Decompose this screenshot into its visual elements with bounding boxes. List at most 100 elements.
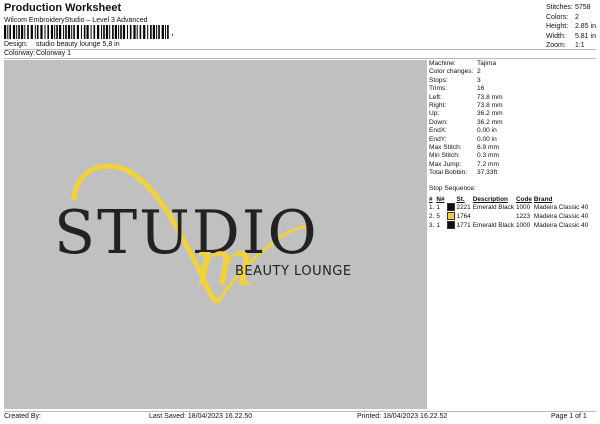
barcode-bar (80, 25, 82, 39)
stop-sequence-table: # N# St. Description Code Brand 1. 1 2221 E… (429, 196, 590, 230)
divider (4, 58, 596, 59)
detail-row: Min Stitch: 0.3 mm (429, 152, 597, 160)
stats-row: Height: 2.85 in (546, 22, 596, 32)
barcode-bar (24, 25, 26, 39)
software-subtitle: Wilcom EmbroideryStudio – Level 3 Advanc… (4, 17, 148, 24)
stats-value: 1:1 (574, 42, 585, 50)
color-swatch (446, 203, 455, 211)
barcode-bar (120, 25, 122, 39)
detail-value: 16 (477, 85, 485, 93)
barcode-bar (65, 25, 67, 39)
colorway-row: Colorway: Colorway 1 (4, 50, 71, 57)
detail-label: Left: (429, 93, 442, 101)
barcode-bar (76, 25, 79, 39)
barcode-bar (59, 25, 62, 39)
row-brand: Madeira Classic 40 (533, 222, 589, 229)
barcode-bar (18, 25, 20, 39)
detail-label: Up: (429, 110, 440, 118)
table-row: 2. 5 1764 1223 Madeira Classic 40 (429, 212, 590, 221)
barcode-bar (147, 25, 149, 39)
row-needle: 1 (436, 222, 440, 229)
detail-label: Total Bobbin: (429, 169, 468, 177)
barcode-bar (165, 25, 166, 39)
detail-row: EndX: 0.00 in (429, 127, 597, 135)
row-code: 1000 (515, 222, 531, 229)
detail-value: 3 (477, 76, 481, 84)
design-preview: STUDIO m BEAUTY LOUNGE (4, 60, 427, 409)
barcode-bar (44, 25, 46, 39)
row-brand: Madeira Classic 40 (533, 204, 589, 211)
barcode-bar (16, 25, 18, 39)
detail-row: Machine: Tajima (429, 60, 597, 68)
detail-value: 6.9 mm (477, 144, 499, 152)
row-code: 1000 (515, 204, 531, 211)
detail-row: Up: 36.2 mm (429, 110, 597, 118)
barcode-bar (150, 25, 152, 39)
barcode-bar (56, 25, 58, 39)
table-row: 1. 1 2221 Emerald Black 1000 Madeira Classic … (429, 203, 590, 212)
detail-value: 0.00 in (477, 135, 497, 143)
barcode-bar (71, 25, 73, 39)
barcode-bar (118, 25, 120, 39)
colorway-label: Colorway: (4, 50, 36, 57)
barcode-bar (112, 25, 114, 39)
stats-row: Width: 5.81 in (546, 32, 596, 42)
barcode-bar (73, 25, 75, 39)
detail-label: Color changes: (429, 68, 474, 76)
col-number: # (429, 196, 433, 203)
stats-row: Stitches: 5758 (546, 3, 596, 13)
design-row: Design: studio beauty lounge 5,8 in (4, 41, 120, 48)
stats-panel: Stitches: 5758 Colors: 2 Height: 2.85 in… (546, 3, 596, 51)
barcode-bar (105, 25, 109, 39)
stats-row: Zoom: 1:1 (546, 41, 596, 51)
divider (4, 49, 596, 50)
barcode-bar (122, 25, 126, 39)
barcode-bar (86, 25, 89, 39)
row-description: Emerald Black (472, 204, 514, 211)
row-swatch (446, 221, 457, 230)
barcode-bar (93, 25, 96, 39)
barcode-bar (114, 25, 117, 39)
barcode-suffix: , (171, 27, 174, 38)
detail-label: EndX: (429, 127, 447, 135)
design-artwork: STUDIO m BEAUTY LOUNGE (54, 163, 351, 304)
detail-row: Stops: 3 (429, 77, 597, 85)
row-brand: Madeira Classic 40 (533, 213, 589, 220)
col-description: Description (472, 196, 508, 203)
barcode-bar (47, 25, 49, 39)
barcode (4, 25, 169, 39)
row-stitches: 1764 (456, 213, 471, 220)
detail-row: Down: 36.2 mm (429, 119, 597, 127)
stats-label: Zoom: (546, 42, 566, 50)
barcode-bar (127, 25, 128, 39)
detail-row: Color changes: 2 (429, 68, 597, 76)
col-brand: Brand (533, 196, 553, 203)
row-number: 3. (429, 222, 435, 229)
barcode-bar (97, 25, 100, 39)
barcode-bar (4, 25, 7, 39)
row-swatch (446, 203, 457, 212)
detail-value: 0.00 in (477, 127, 497, 135)
col-swatch (447, 196, 457, 203)
stats-value: 5.81 in (574, 32, 596, 40)
stats-label: Height: (546, 23, 569, 31)
barcode-bar (139, 25, 142, 39)
barcode-bar (67, 25, 71, 39)
detail-row: Total Bobbin: 37.33ft (429, 169, 597, 177)
detail-value: 36.2 mm (477, 118, 503, 126)
row-description (473, 212, 516, 221)
detail-value: 73.8 mm (477, 102, 503, 110)
barcode-bar (12, 25, 16, 39)
footer-divider (4, 411, 596, 412)
stop-sequence-title: Stop Sequence: (429, 185, 476, 192)
color-swatch (446, 221, 455, 229)
detail-row: Max Jump: 7.2 mm (429, 161, 597, 169)
col-code: Code (515, 196, 532, 203)
barcode-bar (109, 25, 111, 39)
footer-printed: Printed: 18/04/2023 16.22.52 (357, 413, 448, 420)
detail-row: Max Stitch: 6.9 mm (429, 144, 597, 152)
detail-label: Min Stitch: (429, 152, 460, 160)
barcode-bar (9, 25, 11, 39)
barcode-bar (161, 25, 164, 39)
barcode-bar (158, 25, 160, 39)
